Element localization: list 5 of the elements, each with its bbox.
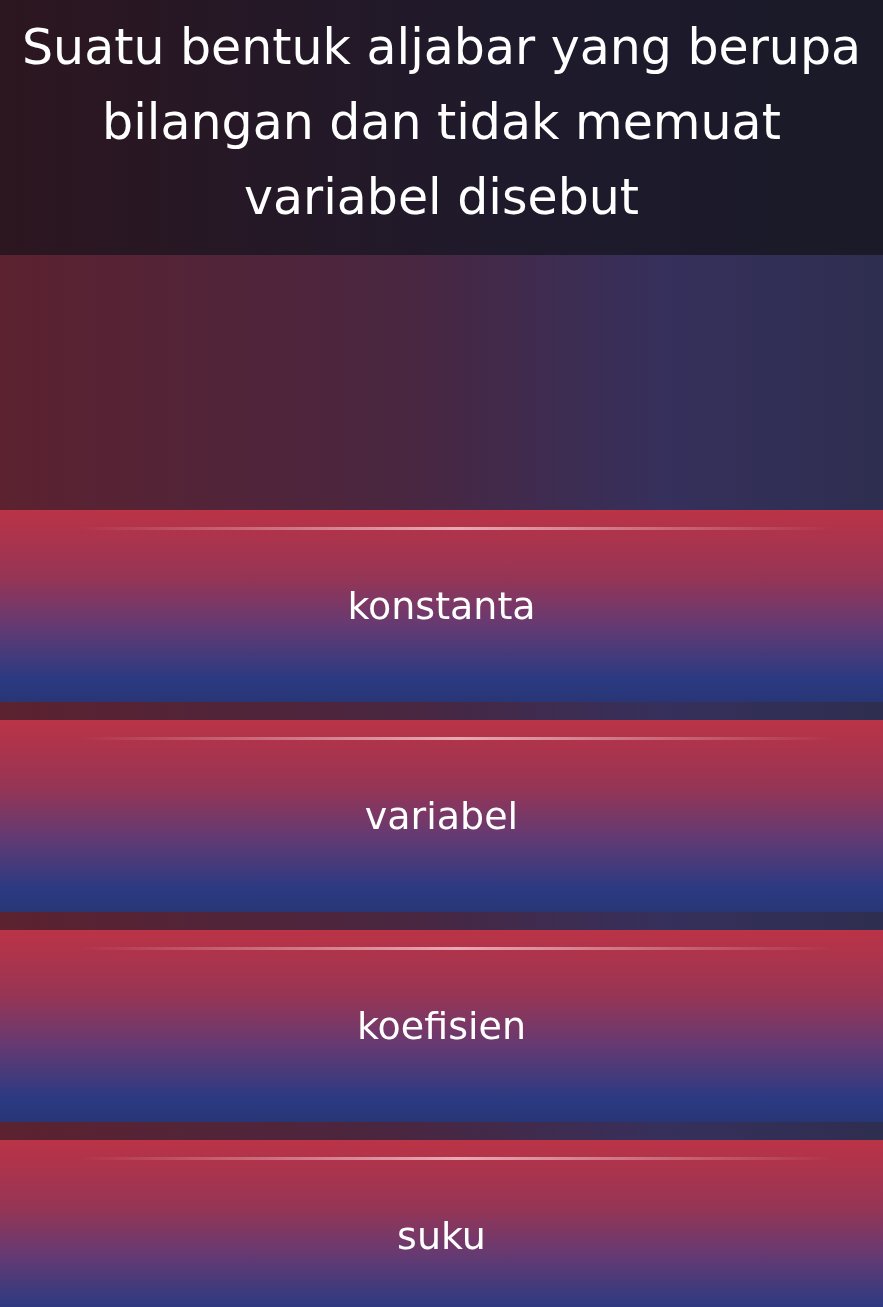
answer-button[interactable]: konstanta bbox=[0, 510, 883, 702]
answer-button[interactable]: variabel bbox=[0, 720, 883, 912]
answer-button[interactable]: koefisien bbox=[0, 930, 883, 1122]
question-text: Suatu bentuk aljabar yang berupa bilangan dan tidak memuat variabel disebut bbox=[21, 18, 862, 228]
answer-button[interactable]: suku bbox=[0, 1140, 883, 1307]
